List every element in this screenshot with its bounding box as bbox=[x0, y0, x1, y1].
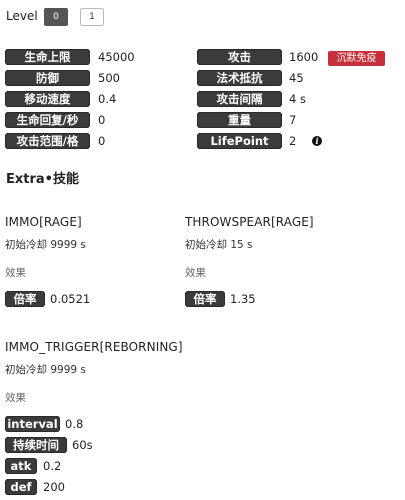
stat-label-defense: 防御 bbox=[5, 70, 90, 86]
stat-value-defense: 500 bbox=[98, 71, 120, 85]
stat-label-hp-regen: 生命回复/秒 bbox=[5, 112, 90, 128]
level-option-1[interactable]: 1 bbox=[80, 8, 104, 26]
skill-name: THROWSPEAR[RAGE] bbox=[185, 215, 314, 229]
stat-label-lifepoint: LifePoint bbox=[197, 133, 282, 149]
silence-immune-badge: 沉默免疫 bbox=[328, 51, 385, 66]
skill-cooldown: 初始冷却 9999 s bbox=[5, 239, 86, 251]
stat-label-res: 法术抵抗 bbox=[197, 70, 282, 86]
effect-label-interval: interval bbox=[5, 416, 60, 432]
level-label: Level bbox=[6, 9, 38, 23]
effect-value-multiplier: 1.35 bbox=[230, 292, 256, 306]
stat-label-attack-interval: 攻击间隔 bbox=[197, 91, 282, 107]
stat-value-res: 45 bbox=[289, 71, 304, 85]
stat-value-move-speed: 0.4 bbox=[98, 92, 117, 106]
stat-value-attack-interval: 4 s bbox=[289, 92, 306, 106]
stat-value-lifepoint: 2 bbox=[289, 134, 297, 148]
stat-label-move-speed: 移动速度 bbox=[5, 91, 90, 107]
skill-name: IMMO_TRIGGER[REBORNING] bbox=[5, 340, 183, 354]
stat-label-max-hp: 生命上限 bbox=[5, 49, 90, 65]
stat-value-weight: 7 bbox=[289, 113, 297, 127]
effect-heading: 效果 bbox=[5, 392, 26, 404]
effect-label-def: def bbox=[5, 479, 37, 495]
skill-name: IMMO[RAGE] bbox=[5, 215, 82, 229]
stat-value-attack-range: 0 bbox=[98, 134, 106, 148]
info-icon[interactable]: i bbox=[312, 136, 322, 146]
stat-label-weight: 重量 bbox=[197, 112, 282, 128]
effect-value-multiplier: 0.0521 bbox=[50, 292, 91, 306]
skill-cooldown: 初始冷却 15 s bbox=[185, 239, 253, 251]
effect-value-duration: 60s bbox=[72, 438, 93, 452]
effect-label-atk: atk bbox=[5, 458, 37, 474]
skill-cooldown: 初始冷却 9999 s bbox=[5, 364, 86, 376]
effect-value-atk: 0.2 bbox=[43, 459, 62, 473]
effect-heading: 效果 bbox=[5, 267, 26, 279]
effect-label-multiplier: 倍率 bbox=[5, 291, 45, 307]
stat-value-hp-regen: 0 bbox=[98, 113, 106, 127]
section-title: Extra•技能 bbox=[6, 172, 79, 187]
stat-value-attack: 1600 bbox=[289, 50, 319, 64]
stat-label-attack: 攻击 bbox=[197, 49, 282, 65]
effect-label-duration: 持续时间 bbox=[5, 437, 67, 453]
effect-value-def: 200 bbox=[43, 480, 65, 494]
level-option-0[interactable]: 0 bbox=[44, 8, 68, 26]
stat-value-max-hp: 45000 bbox=[98, 50, 135, 64]
effect-heading: 效果 bbox=[185, 267, 206, 279]
stat-label-attack-range: 攻击范围/格 bbox=[5, 133, 90, 149]
effect-label-multiplier: 倍率 bbox=[185, 291, 225, 307]
effect-value-interval: 0.8 bbox=[65, 417, 84, 431]
